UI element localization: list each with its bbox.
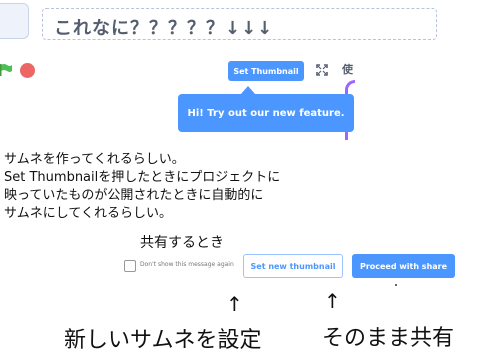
project-title-text: これなに？？？？？↓↓↓ <box>54 18 274 39</box>
share-as-is-annotation: そのまま共有 <box>322 326 455 351</box>
note-line-4: サムネにしてくれるらしい。 <box>4 206 172 221</box>
green-flag-icon[interactable] <box>0 63 13 76</box>
note-line-2: Set Thumbnailを押したときにプロジェクトに <box>4 170 281 185</box>
partial-tab-label: 使 <box>342 63 353 76</box>
stop-icon[interactable] <box>20 63 35 78</box>
feature-tooltip: Hi! Try out our new feature. <box>178 94 354 132</box>
arrow-up-icon: ↑ <box>324 289 341 313</box>
fullscreen-icon[interactable] <box>316 64 328 76</box>
project-thumbnail-preview <box>0 3 29 39</box>
dont-show-checkbox[interactable] <box>124 260 136 272</box>
share-heading: 共有するとき <box>140 235 224 251</box>
decorative-dot <box>395 284 397 286</box>
set-thumbnail-button[interactable]: Set Thumbnail <box>228 61 304 81</box>
proceed-with-share-button[interactable]: Proceed with share <box>352 254 455 278</box>
note-line-1: サムネを作ってくれるらしい。 <box>4 152 185 167</box>
new-thumbnail-annotation: 新しいサムネを設定 <box>64 328 262 353</box>
note-line-3: 映っていたものが公開されたときに自動的に <box>4 188 264 203</box>
arrow-up-icon: ↑ <box>226 292 243 316</box>
dont-show-label: Don't show this message again <box>140 261 234 268</box>
set-new-thumbnail-button[interactable]: Set new thumbnail <box>243 254 343 278</box>
